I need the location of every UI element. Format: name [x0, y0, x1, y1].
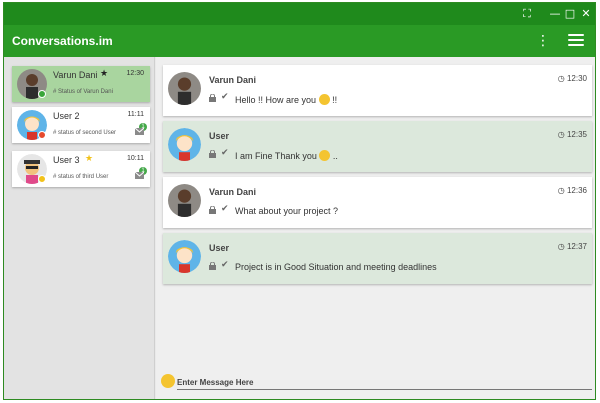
- message-sender: Varun Dani: [209, 75, 257, 85]
- check-icon: ✔: [221, 204, 229, 214]
- message-input[interactable]: [177, 376, 592, 390]
- contact-time: 12:30: [126, 70, 144, 77]
- message-time: ◷ 12:35: [557, 130, 587, 139]
- lock-icon: [209, 150, 216, 158]
- hamburger-menu-icon[interactable]: [568, 34, 584, 48]
- away-status-icon: [38, 175, 46, 183]
- contact-name: User 3: [53, 155, 80, 165]
- online-status-icon: [38, 90, 46, 98]
- lock-icon: [209, 94, 216, 102]
- fullscreen-icon[interactable]: ⛶: [519, 6, 535, 22]
- avatar: [168, 184, 201, 217]
- check-icon: ✔: [221, 148, 229, 158]
- title-bar: ⛶ — □ ✕: [4, 3, 595, 25]
- message-text: Project is in Good Situation and meeting…: [235, 262, 437, 272]
- minimize-icon[interactable]: —: [547, 6, 563, 22]
- check-icon: ✔: [221, 92, 229, 102]
- star-icon: ★: [100, 69, 109, 79]
- avatar: [168, 240, 201, 273]
- message-time-value: 12:35: [566, 130, 587, 139]
- laugh-emoji-icon: [319, 150, 331, 161]
- message-text: I am Fine Thank you ..: [235, 150, 338, 161]
- message-time-value: 12:30: [566, 74, 587, 83]
- message-suffix: ..: [330, 151, 338, 161]
- app-window: ⛶ — □ ✕ Conversations.im ⋮ Varun Dani ★ …: [3, 2, 596, 400]
- message-sender: Varun Dani: [209, 187, 257, 197]
- contact-item-user-3[interactable]: User 3 ★ 10:11 # status of third User 1: [12, 151, 150, 187]
- contact-list: Varun Dani ★ 12:30 # Status of Varun Dan…: [4, 57, 155, 399]
- check-icon: ✔: [221, 260, 229, 270]
- smile-emoji-icon: [318, 94, 330, 105]
- message-item: User ◷ 12:37 ✔ Project is in Good Situat…: [163, 233, 592, 284]
- contact-status: # status of second User: [53, 130, 117, 136]
- message-time: ◷ 12:36: [557, 186, 587, 195]
- contact-time: 10:11: [127, 155, 144, 162]
- close-icon[interactable]: ✕: [578, 6, 594, 22]
- more-options-icon[interactable]: ⋮: [536, 31, 550, 51]
- contact-item-varun-dani[interactable]: Varun Dani ★ 12:30 # Status of Varun Dan…: [12, 66, 150, 102]
- message-time-value: 12:36: [566, 186, 587, 195]
- message-body: Hello !! How are you: [235, 95, 317, 105]
- message-time-value: 12:37: [566, 242, 587, 251]
- star-icon: ★: [85, 154, 94, 164]
- avatar: [168, 72, 201, 105]
- message-item: Varun Dani ◷ 12:36 ✔ What about your pro…: [163, 177, 592, 228]
- emoji-picker-icon[interactable]: [161, 374, 175, 388]
- message-text: Hello !! How are you !!: [235, 94, 337, 105]
- app-bar: Conversations.im ⋮: [4, 25, 595, 57]
- lock-icon: [209, 206, 216, 214]
- maximize-icon[interactable]: □: [562, 6, 578, 22]
- contact-name: Varun Dani: [53, 70, 98, 80]
- contact-item-user-2[interactable]: User 2 11:11 # status of second User 1: [12, 107, 150, 143]
- message-item: User ◷ 12:35 ✔ I am Fine Thank you ..: [163, 121, 592, 172]
- message-icon: [135, 128, 144, 135]
- message-text: What about your project ?: [235, 206, 339, 216]
- message-sender: User: [209, 243, 230, 253]
- message-icon: [135, 172, 144, 179]
- app-title: Conversations.im: [12, 34, 113, 48]
- chat-panel: Varun Dani ◷ 12:30 ✔ Hello !! How are yo…: [156, 57, 595, 399]
- message-composer: [156, 368, 595, 399]
- lock-icon: [209, 262, 216, 270]
- message-time: ◷ 12:30: [557, 74, 587, 83]
- message-item: Varun Dani ◷ 12:30 ✔ Hello !! How are yo…: [163, 65, 592, 116]
- message-body: I am Fine Thank you: [235, 151, 317, 161]
- contact-time: 11:11: [127, 111, 144, 118]
- busy-status-icon: [38, 131, 46, 139]
- message-suffix: !!: [329, 95, 338, 105]
- message-time: ◷ 12:37: [557, 242, 587, 251]
- contact-status: # status of third User: [53, 174, 109, 180]
- contact-status: # Status of Varun Dani: [53, 89, 113, 95]
- contact-name: User 2: [53, 111, 80, 121]
- avatar: [168, 128, 201, 161]
- message-sender: User: [209, 131, 230, 141]
